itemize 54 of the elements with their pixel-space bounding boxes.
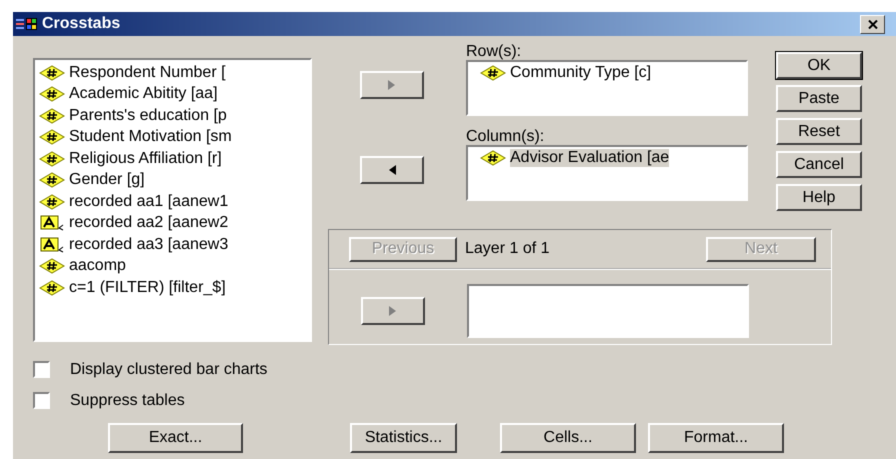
string-variable-icon bbox=[39, 236, 65, 253]
variable-item[interactable]: Parents's education [p bbox=[35, 105, 310, 126]
right-arrow-icon bbox=[387, 79, 397, 91]
target-list[interactable]: Community Type [c] bbox=[466, 60, 748, 116]
dialog-button[interactable]: Cancel bbox=[776, 151, 862, 178]
target-list[interactable]: Advisor Evaluation [ae bbox=[466, 145, 748, 201]
app-icon bbox=[16, 17, 38, 31]
variable-item[interactable]: Respondent Number [ bbox=[35, 62, 310, 84]
variable-item[interactable]: recorded aa3 [aanew3 bbox=[35, 234, 310, 256]
dialog-button[interactable]: Cells... bbox=[500, 423, 636, 453]
dialog-button[interactable]: Reset bbox=[776, 118, 862, 145]
variable-item[interactable]: recorded aa1 [aanew1 bbox=[35, 191, 310, 212]
variable-item[interactable]: Academic Abitity [aa] bbox=[35, 84, 310, 105]
variable-list[interactable] bbox=[33, 58, 312, 342]
left-arrow-icon bbox=[387, 164, 397, 176]
variable-item[interactable]: aacomp bbox=[35, 256, 310, 277]
list-label: Row(s): bbox=[466, 44, 522, 60]
layer-list[interactable] bbox=[467, 284, 749, 338]
checkbox[interactable] bbox=[33, 392, 50, 409]
checkbox[interactable] bbox=[33, 361, 50, 378]
string-variable-icon bbox=[39, 215, 65, 232]
variable-item[interactable]: recorded aa2 [aanew2 bbox=[35, 212, 310, 234]
close-icon bbox=[868, 20, 878, 28]
close-button[interactable] bbox=[860, 14, 885, 34]
checkbox-label: Suppress tables bbox=[70, 392, 185, 410]
variable-item[interactable]: Gender [g] bbox=[35, 170, 310, 191]
numeric-variable-icon bbox=[39, 280, 65, 296]
numeric-variable-icon bbox=[480, 150, 506, 166]
dialog-button[interactable]: Format... bbox=[648, 423, 784, 453]
move-button[interactable] bbox=[360, 156, 424, 184]
numeric-variable-icon bbox=[39, 172, 65, 188]
numeric-variable-icon bbox=[480, 65, 506, 81]
dialog-button[interactable]: Statistics... bbox=[350, 423, 457, 453]
window-title: Crosstabs bbox=[42, 15, 120, 33]
numeric-variable-icon bbox=[39, 194, 65, 210]
variable-item[interactable]: c=1 (FILTER) [filter_$] bbox=[35, 277, 310, 298]
dialog-button[interactable]: Help bbox=[776, 184, 862, 211]
dialog-button[interactable]: OK bbox=[776, 52, 862, 79]
variable-item[interactable]: Religious Affiliation [r] bbox=[35, 148, 310, 170]
numeric-variable-icon bbox=[39, 258, 65, 274]
dialog-button[interactable]: Paste bbox=[776, 85, 862, 112]
variable-item[interactable]: Community Type [c] bbox=[468, 62, 746, 84]
numeric-variable-icon bbox=[39, 86, 65, 102]
right-arrow-icon bbox=[388, 305, 398, 317]
numeric-variable-icon bbox=[39, 108, 65, 124]
checkbox-label: Display clustered bar charts bbox=[70, 360, 268, 378]
variable-item[interactable]: Advisor Evaluation [ae bbox=[468, 147, 746, 169]
numeric-variable-icon bbox=[39, 150, 65, 167]
variable-item[interactable]: Student Motivation [sm bbox=[35, 126, 310, 148]
dialog-button[interactable]: Exact... bbox=[108, 423, 243, 453]
list-label: Column(s): bbox=[466, 129, 546, 145]
layer-label: Layer 1 of 1 bbox=[465, 240, 550, 258]
numeric-variable-icon bbox=[39, 129, 65, 146]
numeric-variable-icon bbox=[39, 64, 65, 81]
